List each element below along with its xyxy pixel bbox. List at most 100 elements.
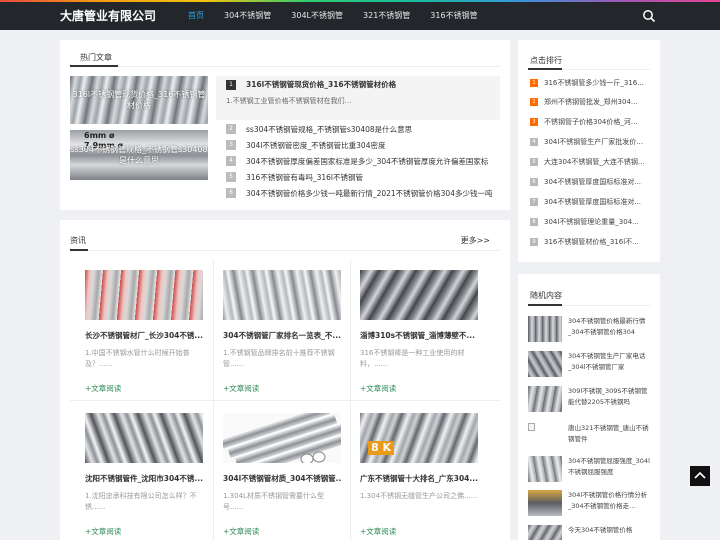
news-desc: 1.中国不锈钢水管什么时候开始普及？...... [85, 349, 190, 368]
hot-articles-panel: 热门文章 316l不锈钢管现货价格_316不锈钢管材价格 6mm ø 7.9mm… [60, 40, 510, 210]
image-8k-badge: 8 K [368, 441, 395, 455]
read-more-link[interactable]: +文章阅读 [223, 526, 259, 537]
random-thumb[interactable] [528, 316, 562, 342]
random-item[interactable]: 304不锈钢管价格最新行情_304不锈钢管价格304 [528, 316, 650, 346]
news-desc: 1.304L材质不锈钢管需要什么型号...... [223, 492, 324, 511]
rank-number: 6 [530, 178, 538, 186]
random-item[interactable]: 唐山321不锈钢管_唐山不锈钢管件 [528, 423, 650, 453]
news-more-link[interactable]: 更多>> [461, 235, 490, 246]
hot-item-title[interactable]: 316不锈钢管有毒吗_316l不锈钢管 [246, 172, 500, 183]
hot-item-title[interactable]: ss304不锈钢管规格_不锈钢管s30408是什么意思 [246, 124, 500, 135]
news-image[interactable] [360, 270, 478, 320]
rank-title[interactable]: 大连304不锈钢管_大连不锈钢... [544, 156, 650, 168]
random-thumb[interactable] [528, 456, 562, 482]
hot-item-title[interactable]: 304不锈钢管价格多少钱一吨最新行情_2021不锈钢管价格304多少钱一吨 [246, 188, 500, 199]
search-icon[interactable] [642, 9, 656, 23]
random-title[interactable]: 309l不锈钢_309S不锈钢管能代替2205不锈钢吗 [568, 386, 652, 408]
random-item[interactable]: 304不锈钢管生产厂家电话_304l不锈钢管厂家 [528, 351, 650, 381]
rank-item[interactable]: 6 304不锈钢管厚度国标标准对... [530, 176, 648, 188]
tab-accent [528, 68, 562, 70]
news-title[interactable]: 广东不锈钢管十大排名_广东304... [360, 473, 478, 484]
hot-item-title[interactable]: 304不锈钢管厚度偏差国家标准是多少_304不锈钢管厚度允许偏差国家标 [246, 156, 500, 167]
tab-accent [70, 65, 118, 67]
hot-thumb-2[interactable]: 6mm ø 7.9mm ø ss304不锈钢管规格_不锈钢管s30408是什么意… [70, 130, 208, 180]
nav-321[interactable]: 321不锈钢管 [353, 2, 420, 30]
news-title[interactable]: 长沙不锈钢管材厂_长沙304不锈... [85, 330, 203, 341]
random-thumb[interactable] [528, 386, 562, 412]
read-more-link[interactable]: +文章阅读 [360, 383, 396, 394]
rank-number: 5 [226, 172, 236, 182]
random-title[interactable]: 304不锈钢管价格最新行情_304不锈钢管价格304 [568, 316, 652, 338]
main-nav: 首页 304不锈钢管 304L不锈钢管 321不锈钢管 316不锈钢管 [178, 2, 488, 30]
back-to-top-button[interactable] [690, 466, 710, 486]
read-more-link[interactable]: +文章阅读 [85, 526, 121, 537]
news-desc: 1.304不锈钢无缝管生产公司之佛...... [360, 492, 478, 500]
random-item[interactable]: 304l不锈钢管价格行情分析_304不锈钢管价格走... [528, 490, 650, 520]
hot-thumb-1[interactable]: 316l不锈钢管现货价格_316不锈钢管材价格 [70, 76, 208, 124]
rank-item[interactable]: 9 316不锈钢管材价格_316l不... [530, 236, 648, 248]
hot-first-title[interactable]: 316l不锈钢管现货价格_316不锈钢管材价格 [246, 79, 496, 90]
rank-number: 5 [530, 158, 538, 166]
random-item[interactable]: 309l不锈钢_309S不锈钢管能代替2205不锈钢吗 [528, 386, 650, 416]
news-image[interactable] [223, 413, 341, 463]
rank-title[interactable]: 不锈钢管子价格304价格_河... [544, 116, 650, 128]
rank-title[interactable]: 316不锈钢管材价格_316l不... [544, 236, 650, 248]
nav-304[interactable]: 304不锈钢管 [214, 2, 281, 30]
rank-number: 1 [530, 79, 538, 87]
rank-item[interactable]: 1 316不锈钢管多少钱一斤_316... [530, 77, 648, 89]
hot-item-title[interactable]: 304l不锈钢管密度_不锈钢管比重304密度 [246, 140, 500, 151]
read-more-link[interactable]: +文章阅读 [360, 526, 396, 537]
random-thumb[interactable] [528, 351, 562, 377]
rank-number: 2 [226, 124, 236, 134]
news-title[interactable]: 304l不锈钢管材质_304不锈钢管... [223, 473, 341, 484]
hot-thumb-1-caption: 316l不锈钢管现货价格_316不锈钢管材价格 [72, 90, 206, 110]
news-title[interactable]: 304不锈钢管厂家排名一览表_不... [223, 330, 341, 341]
rank-tab-label: 点击排行 [530, 56, 562, 65]
random-panel: 随机内容 304不锈钢管价格最新行情_304不锈钢管价格304 304不锈钢管生… [518, 274, 660, 540]
random-title[interactable]: 今天304不锈钢管价格 [568, 525, 652, 536]
rank-item[interactable]: 7 304不锈钢管厚度国标标准对... [530, 196, 648, 208]
news-title[interactable]: 淄博310s不锈钢管_淄博薄壁不... [360, 330, 478, 341]
rank-number: 8 [530, 218, 538, 226]
news-desc: 1.不锈钢管品牌排名前十推荐不锈钢管...... [223, 349, 335, 368]
hot-first-item[interactable]: 1 316l不锈钢管现货价格_316不锈钢管材价格 1.不锈钢工业管价格不锈钢管… [216, 76, 500, 120]
rank-title[interactable]: 304不锈钢管厚度国标标准对... [544, 196, 650, 208]
rank-title[interactable]: 304不锈钢管厚度国标标准对... [544, 176, 650, 188]
random-thumb[interactable] [528, 525, 562, 540]
rank-title[interactable]: 316不锈钢管多少钱一斤_316... [544, 77, 650, 89]
rank-title[interactable]: 304l不锈钢管生产厂家批发价... [544, 136, 650, 148]
rank-number: 7 [530, 198, 538, 206]
rank-item[interactable]: 2 郑州不锈钢管批发_郑州304... [530, 96, 648, 108]
rank-item[interactable]: 4 304l不锈钢管生产厂家批发价... [530, 136, 648, 148]
rank-title[interactable]: 郑州不锈钢管批发_郑州304... [544, 96, 650, 108]
news-panel: 资讯 更多>> 长沙不锈钢管材厂_长沙304不锈... 1.中国不锈钢水管什么时… [60, 220, 510, 540]
news-tab-label: 资讯 [70, 236, 86, 245]
news-title[interactable]: 沈阳不锈钢管件_沈阳市304不锈... [85, 473, 203, 484]
nav-304l[interactable]: 304L不锈钢管 [281, 2, 353, 30]
hot-first-desc: 1.不锈钢工业管价格不锈钢管材在我们... [226, 97, 352, 105]
nav-316[interactable]: 316不锈钢管 [420, 2, 487, 30]
news-image[interactable] [85, 270, 203, 320]
nav-home[interactable]: 首页 [178, 2, 214, 30]
random-title[interactable]: 304不锈钢管生产厂家电话_304l不锈钢管厂家 [568, 351, 652, 373]
rank-title[interactable]: 304l不锈钢管理论重量_304... [544, 216, 650, 228]
random-item[interactable]: 今天304不锈钢管价格 [528, 525, 650, 540]
news-image[interactable] [223, 270, 341, 320]
rank-item[interactable]: 8 304l不锈钢管理论重量_304... [530, 216, 648, 228]
divider [70, 66, 500, 67]
random-thumb[interactable] [528, 490, 562, 516]
read-more-link[interactable]: +文章阅读 [85, 383, 121, 394]
tab-accent [70, 249, 88, 251]
random-title[interactable]: 304l不锈钢管价格行情分析_304不锈钢管价格走... [568, 490, 652, 512]
rank-number: 6 [226, 188, 236, 198]
rank-item[interactable]: 3 不锈钢管子价格304价格_河... [530, 116, 648, 128]
random-item[interactable]: 304不锈钢管屈服强度_304l不锈钢屈服强度 [528, 456, 650, 486]
site-logo[interactable]: 大唐管业有限公司 [60, 7, 156, 24]
rank-item[interactable]: 5 大连304不锈钢管_大连不锈钢... [530, 156, 648, 168]
rank-number: 4 [530, 138, 538, 146]
read-more-link[interactable]: +文章阅读 [223, 383, 259, 394]
news-image[interactable] [85, 413, 203, 463]
news-image[interactable]: 8 K [360, 413, 478, 463]
random-title[interactable]: 唐山321不锈钢管_唐山不锈钢管件 [568, 423, 652, 445]
random-title[interactable]: 304不锈钢管屈服强度_304l不锈钢屈服强度 [568, 456, 652, 478]
